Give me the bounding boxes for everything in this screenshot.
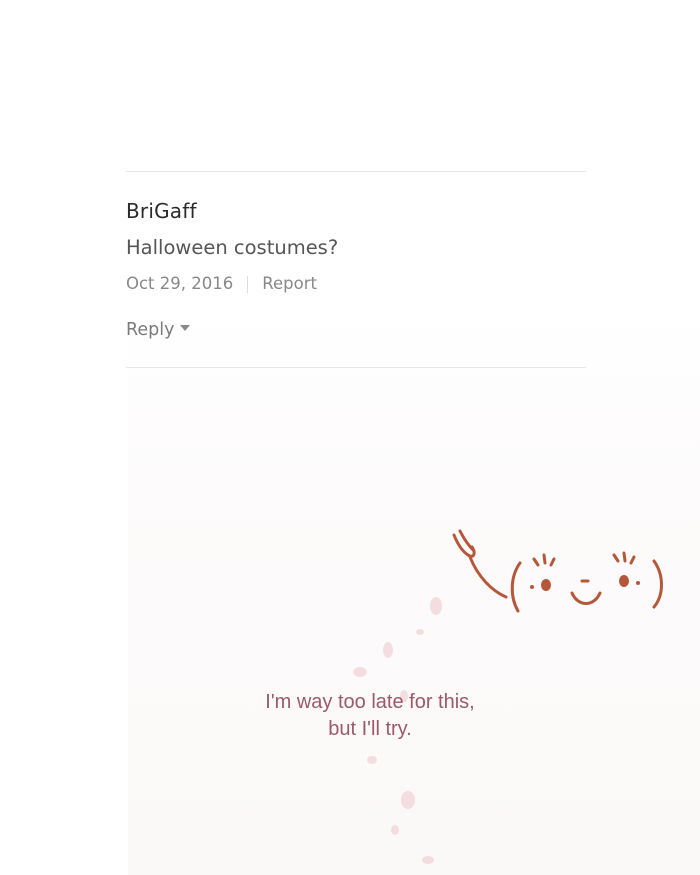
comic-caption-line-2: but I'll try.: [328, 718, 412, 740]
smiling-face-with-raised-hand-icon: [452, 529, 663, 613]
reply-button[interactable]: Reply: [126, 320, 191, 340]
meta-divider: [247, 276, 249, 293]
comment-meta: Oct 29, 2016 Report: [126, 274, 317, 293]
chevron-down-icon: [180, 325, 191, 331]
comment-username[interactable]: BriGaff: [126, 199, 197, 223]
comment-date: Oct 29, 2016: [126, 274, 234, 293]
comment-card: BriGaff Halloween costumes? Oct 29, 2016…: [126, 171, 586, 368]
reply-label: Reply: [126, 320, 175, 340]
comic-caption-line-1: I'm way too late for this,: [265, 691, 475, 713]
comment-text: Halloween costumes?: [126, 236, 339, 259]
report-link[interactable]: Report: [262, 274, 317, 293]
